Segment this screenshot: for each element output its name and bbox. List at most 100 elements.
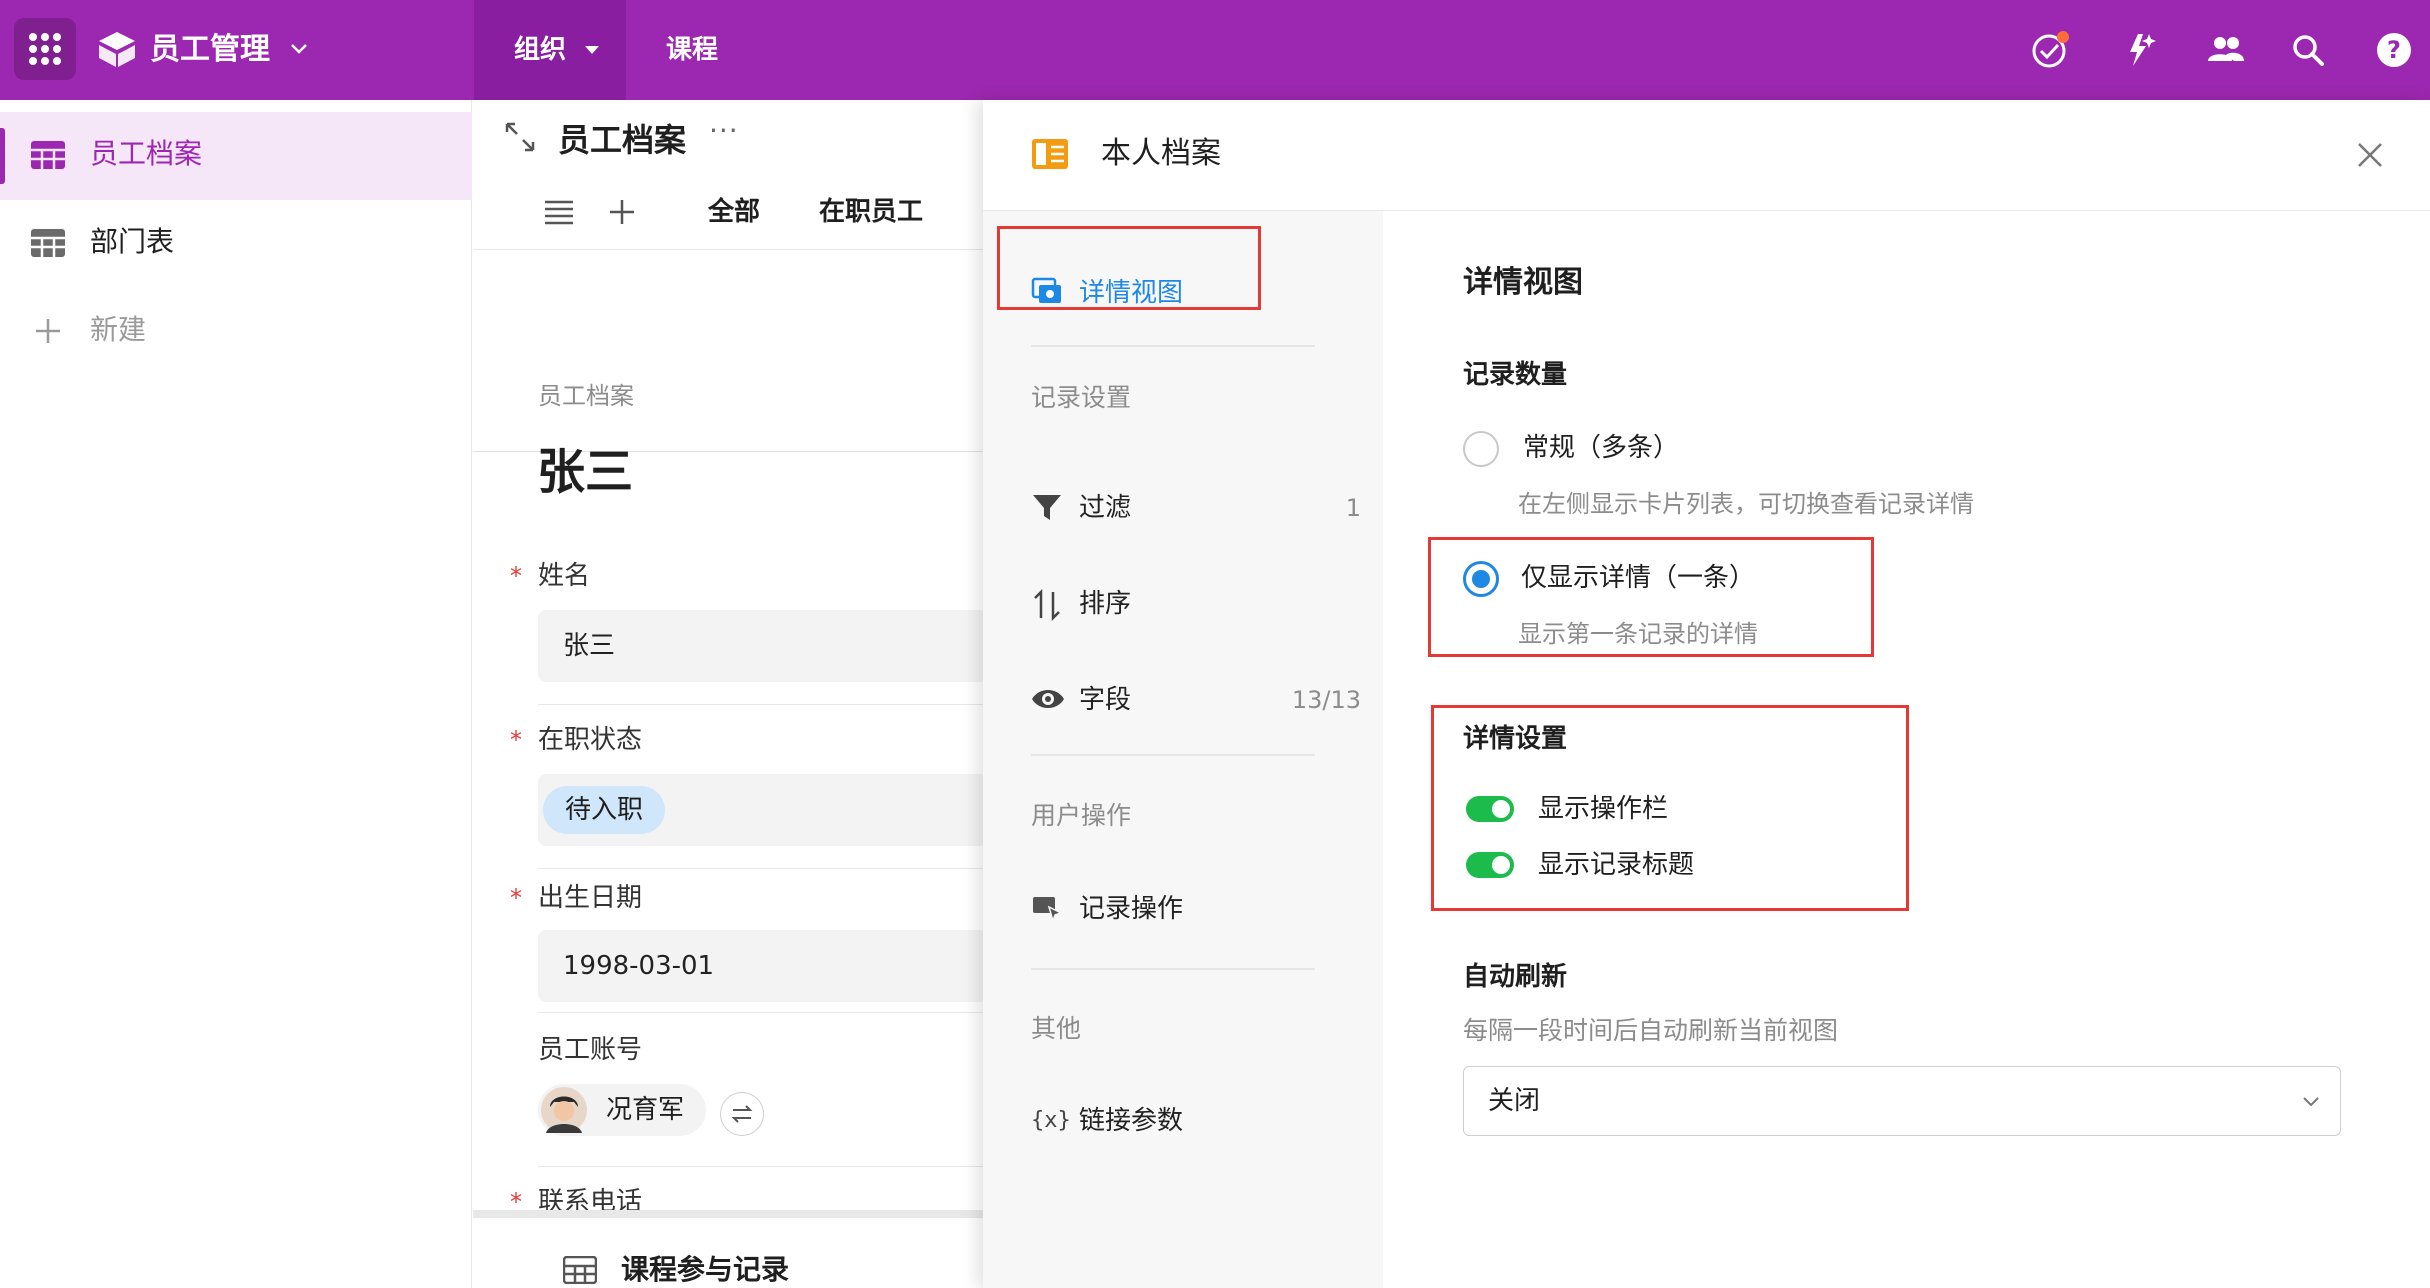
variable-icon: {x} <box>1031 1108 1071 1133</box>
required-mark: * <box>510 1188 522 1210</box>
sidebar: 员工档案 部门表 新建 <box>0 100 472 1288</box>
sidebar-item-new[interactable]: 新建 <box>0 288 472 376</box>
plus-icon[interactable] <box>607 197 637 227</box>
filter-count: 1 <box>1345 494 1361 522</box>
nav-item-label: 字段 <box>1079 685 1132 715</box>
divider <box>538 704 983 705</box>
view-tab-all[interactable]: 全部 <box>708 192 760 232</box>
birthdate-label: 出生日期 <box>538 883 643 913</box>
swap-user-button[interactable] <box>720 1092 764 1136</box>
nav-item-sort[interactable]: 排序 <box>1031 574 1361 634</box>
help-icon[interactable]: ? <box>2372 28 2416 72</box>
sidebar-item-department-table[interactable]: 部门表 <box>0 200 472 288</box>
radio-normal-label[interactable]: 常规（多条） <box>1523 428 1679 468</box>
nav-item-link-params[interactable]: {x} 链接参数 <box>1031 1091 1361 1151</box>
ai-sparkle-icon[interactable] <box>2116 28 2160 72</box>
tab-organization[interactable]: 组织 <box>474 0 626 100</box>
nav-group-record-settings: 记录设置 <box>1031 383 1132 412</box>
auto-refresh-label: 自动刷新 <box>1463 962 1568 992</box>
chevron-down-icon[interactable] <box>288 38 310 60</box>
name-value: 张三 <box>563 631 616 661</box>
birthdate-field[interactable]: 1998-03-01 <box>538 930 988 1002</box>
status-label: 在职状态 <box>538 725 643 755</box>
expand-icon[interactable] <box>503 120 537 154</box>
nav-item-label: 记录操作 <box>1079 894 1184 924</box>
chevron-down-icon <box>2303 1097 2319 1107</box>
caret-down-icon <box>585 46 599 54</box>
app-title[interactable]: 员工管理 <box>150 30 270 70</box>
table-icon <box>31 141 65 169</box>
more-icon[interactable]: ··· <box>709 114 739 147</box>
status-badge: 待入职 <box>543 786 666 834</box>
radio-normal[interactable] <box>1463 431 1499 467</box>
top-navigation-bar: 员工管理 组织 课程 ? <box>0 0 2430 100</box>
nav-item-label: 过滤 <box>1079 493 1132 523</box>
required-mark: * <box>510 726 522 754</box>
cube-logo-icon <box>99 32 135 67</box>
detail-view-icon <box>1032 139 1068 169</box>
phone-label: 联系电话 <box>538 1187 643 1210</box>
nav-item-label: 链接参数 <box>1079 1106 1184 1136</box>
cursor-click-icon <box>1033 897 1063 923</box>
record-title: 张三 <box>537 444 634 500</box>
tab-courses[interactable]: 课程 <box>666 0 718 100</box>
divider <box>1031 754 1315 756</box>
swap-icon <box>731 1105 753 1123</box>
section-divider <box>473 1210 983 1218</box>
user-name: 况育军 <box>606 1095 685 1125</box>
filter-icon <box>1033 495 1061 520</box>
avatar <box>541 1087 587 1133</box>
divider <box>538 1012 983 1013</box>
radio-normal-desc: 在左侧显示卡片列表，可切换查看记录详情 <box>1518 490 1974 518</box>
task-check-icon[interactable] <box>2028 28 2072 72</box>
highlight-box <box>1428 537 1874 657</box>
birthdate-value: 1998-03-01 <box>563 951 715 981</box>
table-icon <box>563 1256 597 1284</box>
divider <box>1031 345 1315 347</box>
account-label: 员工账号 <box>538 1035 643 1065</box>
apps-grid-icon[interactable] <box>14 18 76 80</box>
subtable-title[interactable]: 课程参与记录 <box>621 1250 789 1288</box>
view-settings-drawer: 本人档案 详情视图 记录设置 过滤 1 排序 字段 13/13 用户操作 记录操… <box>983 100 2430 1288</box>
nav-group-other: 其他 <box>1031 1014 1082 1043</box>
tab-label: 组织 <box>514 35 567 65</box>
record-panel-header: 员工档案 ··· 全部 在职员工 <box>473 100 983 250</box>
section-heading: 详情视图 <box>1463 265 1583 300</box>
divider <box>538 868 983 869</box>
name-field[interactable]: 张三 <box>538 610 988 682</box>
view-tab-active-employees[interactable]: 在职员工 <box>819 192 923 232</box>
highlight-box <box>1431 705 1909 911</box>
sidebar-item-label: 部门表 <box>90 225 175 258</box>
drawer-title: 本人档案 <box>1101 136 1221 171</box>
plus-icon <box>36 319 60 343</box>
svg-text:?: ? <box>2387 36 2401 64</box>
record-count-label: 记录数量 <box>1463 360 1568 390</box>
drawer-header: 本人档案 <box>983 100 2430 211</box>
divider <box>538 1166 983 1167</box>
people-icon[interactable] <box>2204 28 2248 72</box>
select-value: 关闭 <box>1488 1086 1541 1116</box>
auto-refresh-select[interactable]: 关闭 <box>1463 1066 2341 1136</box>
name-label: 姓名 <box>538 561 591 591</box>
auto-refresh-desc: 每隔一段时间后自动刷新当前视图 <box>1463 1016 1839 1045</box>
required-mark: * <box>510 562 522 590</box>
search-icon[interactable] <box>2286 28 2330 72</box>
user-chip[interactable]: 况育军 <box>538 1084 706 1136</box>
fields-count: 13/13 <box>1291 686 1361 714</box>
tab-label: 课程 <box>666 35 719 65</box>
table-icon <box>31 229 65 257</box>
eye-icon <box>1032 690 1064 708</box>
breadcrumb: 员工档案 <box>538 382 634 410</box>
record-panel-title: 员工档案 <box>558 121 687 159</box>
menu-icon[interactable] <box>543 198 575 226</box>
sidebar-item-employee-records[interactable]: 员工档案 <box>0 112 472 200</box>
status-field[interactable]: 待入职 <box>538 774 988 846</box>
nav-item-filter[interactable]: 过滤 1 <box>1031 478 1361 538</box>
divider <box>1031 968 1315 970</box>
close-icon[interactable] <box>2355 140 2385 170</box>
nav-item-record-actions[interactable]: 记录操作 <box>1031 879 1361 939</box>
nav-item-fields[interactable]: 字段 13/13 <box>1031 670 1361 730</box>
nav-item-label: 排序 <box>1079 589 1132 619</box>
sidebar-item-label: 新建 <box>90 313 147 346</box>
record-toolbar-area <box>473 250 983 452</box>
